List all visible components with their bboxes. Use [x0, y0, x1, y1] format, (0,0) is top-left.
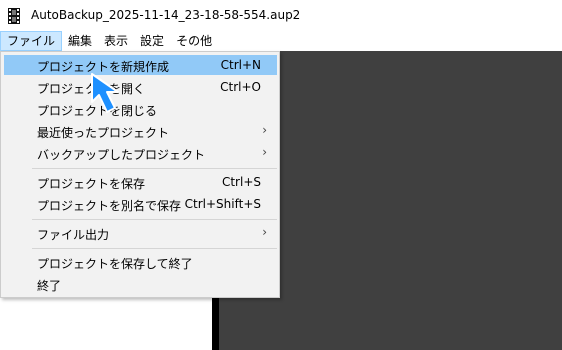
arrow-cursor-icon: [91, 73, 119, 113]
menu-item-label: プロジェクトを別名で保存: [37, 199, 182, 213]
menu-item-label: プロジェクトを保存: [37, 177, 146, 191]
menu-separator: [32, 168, 277, 169]
chevron-right-icon: ›: [262, 145, 267, 159]
menu-settings[interactable]: 設定: [134, 31, 170, 51]
menu-item-label: 最近使ったプロジェクト: [37, 126, 170, 140]
menu-item-export[interactable]: ファイル出力 ›: [4, 223, 277, 243]
menu-item-save-project[interactable]: プロジェクトを保存 Ctrl+S: [4, 172, 277, 192]
menu-item-exit[interactable]: 終了: [4, 274, 277, 294]
menu-item-open-project[interactable]: プロジェクトを開く Ctrl+O: [4, 77, 277, 97]
menu-item-save-and-exit[interactable]: プロジェクトを保存して終了: [4, 252, 277, 272]
menu-item-label: バックアップしたプロジェクト: [37, 148, 206, 162]
menu-separator: [32, 248, 277, 249]
menu-item-shortcut: Ctrl+Shift+S: [184, 197, 261, 211]
menu-item-shortcut: Ctrl+O: [220, 80, 261, 94]
file-menu-dropdown: プロジェクトを新規作成 Ctrl+N プロジェクトを開く Ctrl+O プロジェ…: [0, 51, 280, 298]
menu-item-close-project[interactable]: プロジェクトを閉じる: [4, 99, 277, 119]
film-icon: [8, 8, 20, 24]
menu-item-shortcut: Ctrl+N: [220, 58, 261, 72]
menu-item-label: 終了: [37, 279, 62, 293]
menu-file[interactable]: ファイル: [0, 31, 63, 51]
menu-item-label: ファイル出力: [37, 228, 110, 242]
menu-item-recent-projects[interactable]: 最近使ったプロジェクト ›: [4, 121, 277, 141]
title-bar: AutoBackup_2025-11-14_23-18-58-554.aup2: [0, 0, 562, 31]
menu-view[interactable]: 表示: [98, 31, 134, 51]
menu-separator: [32, 219, 277, 220]
menu-item-shortcut: Ctrl+S: [221, 175, 261, 189]
menu-item-backup-projects[interactable]: バックアップしたプロジェクト ›: [4, 143, 277, 163]
chevron-right-icon: ›: [262, 225, 267, 239]
menu-bar: ファイル 編集 表示 設定 その他: [0, 31, 562, 51]
menu-item-label: プロジェクトを保存して終了: [37, 257, 193, 271]
menu-item-save-as[interactable]: プロジェクトを別名で保存 Ctrl+Shift+S: [4, 194, 277, 214]
window-title: AutoBackup_2025-11-14_23-18-58-554.aup2: [31, 8, 301, 22]
menu-other[interactable]: その他: [170, 31, 218, 51]
menu-edit[interactable]: 編集: [62, 31, 98, 51]
chevron-right-icon: ›: [262, 123, 267, 137]
menu-item-new-project[interactable]: プロジェクトを新規作成 Ctrl+N: [4, 55, 277, 75]
